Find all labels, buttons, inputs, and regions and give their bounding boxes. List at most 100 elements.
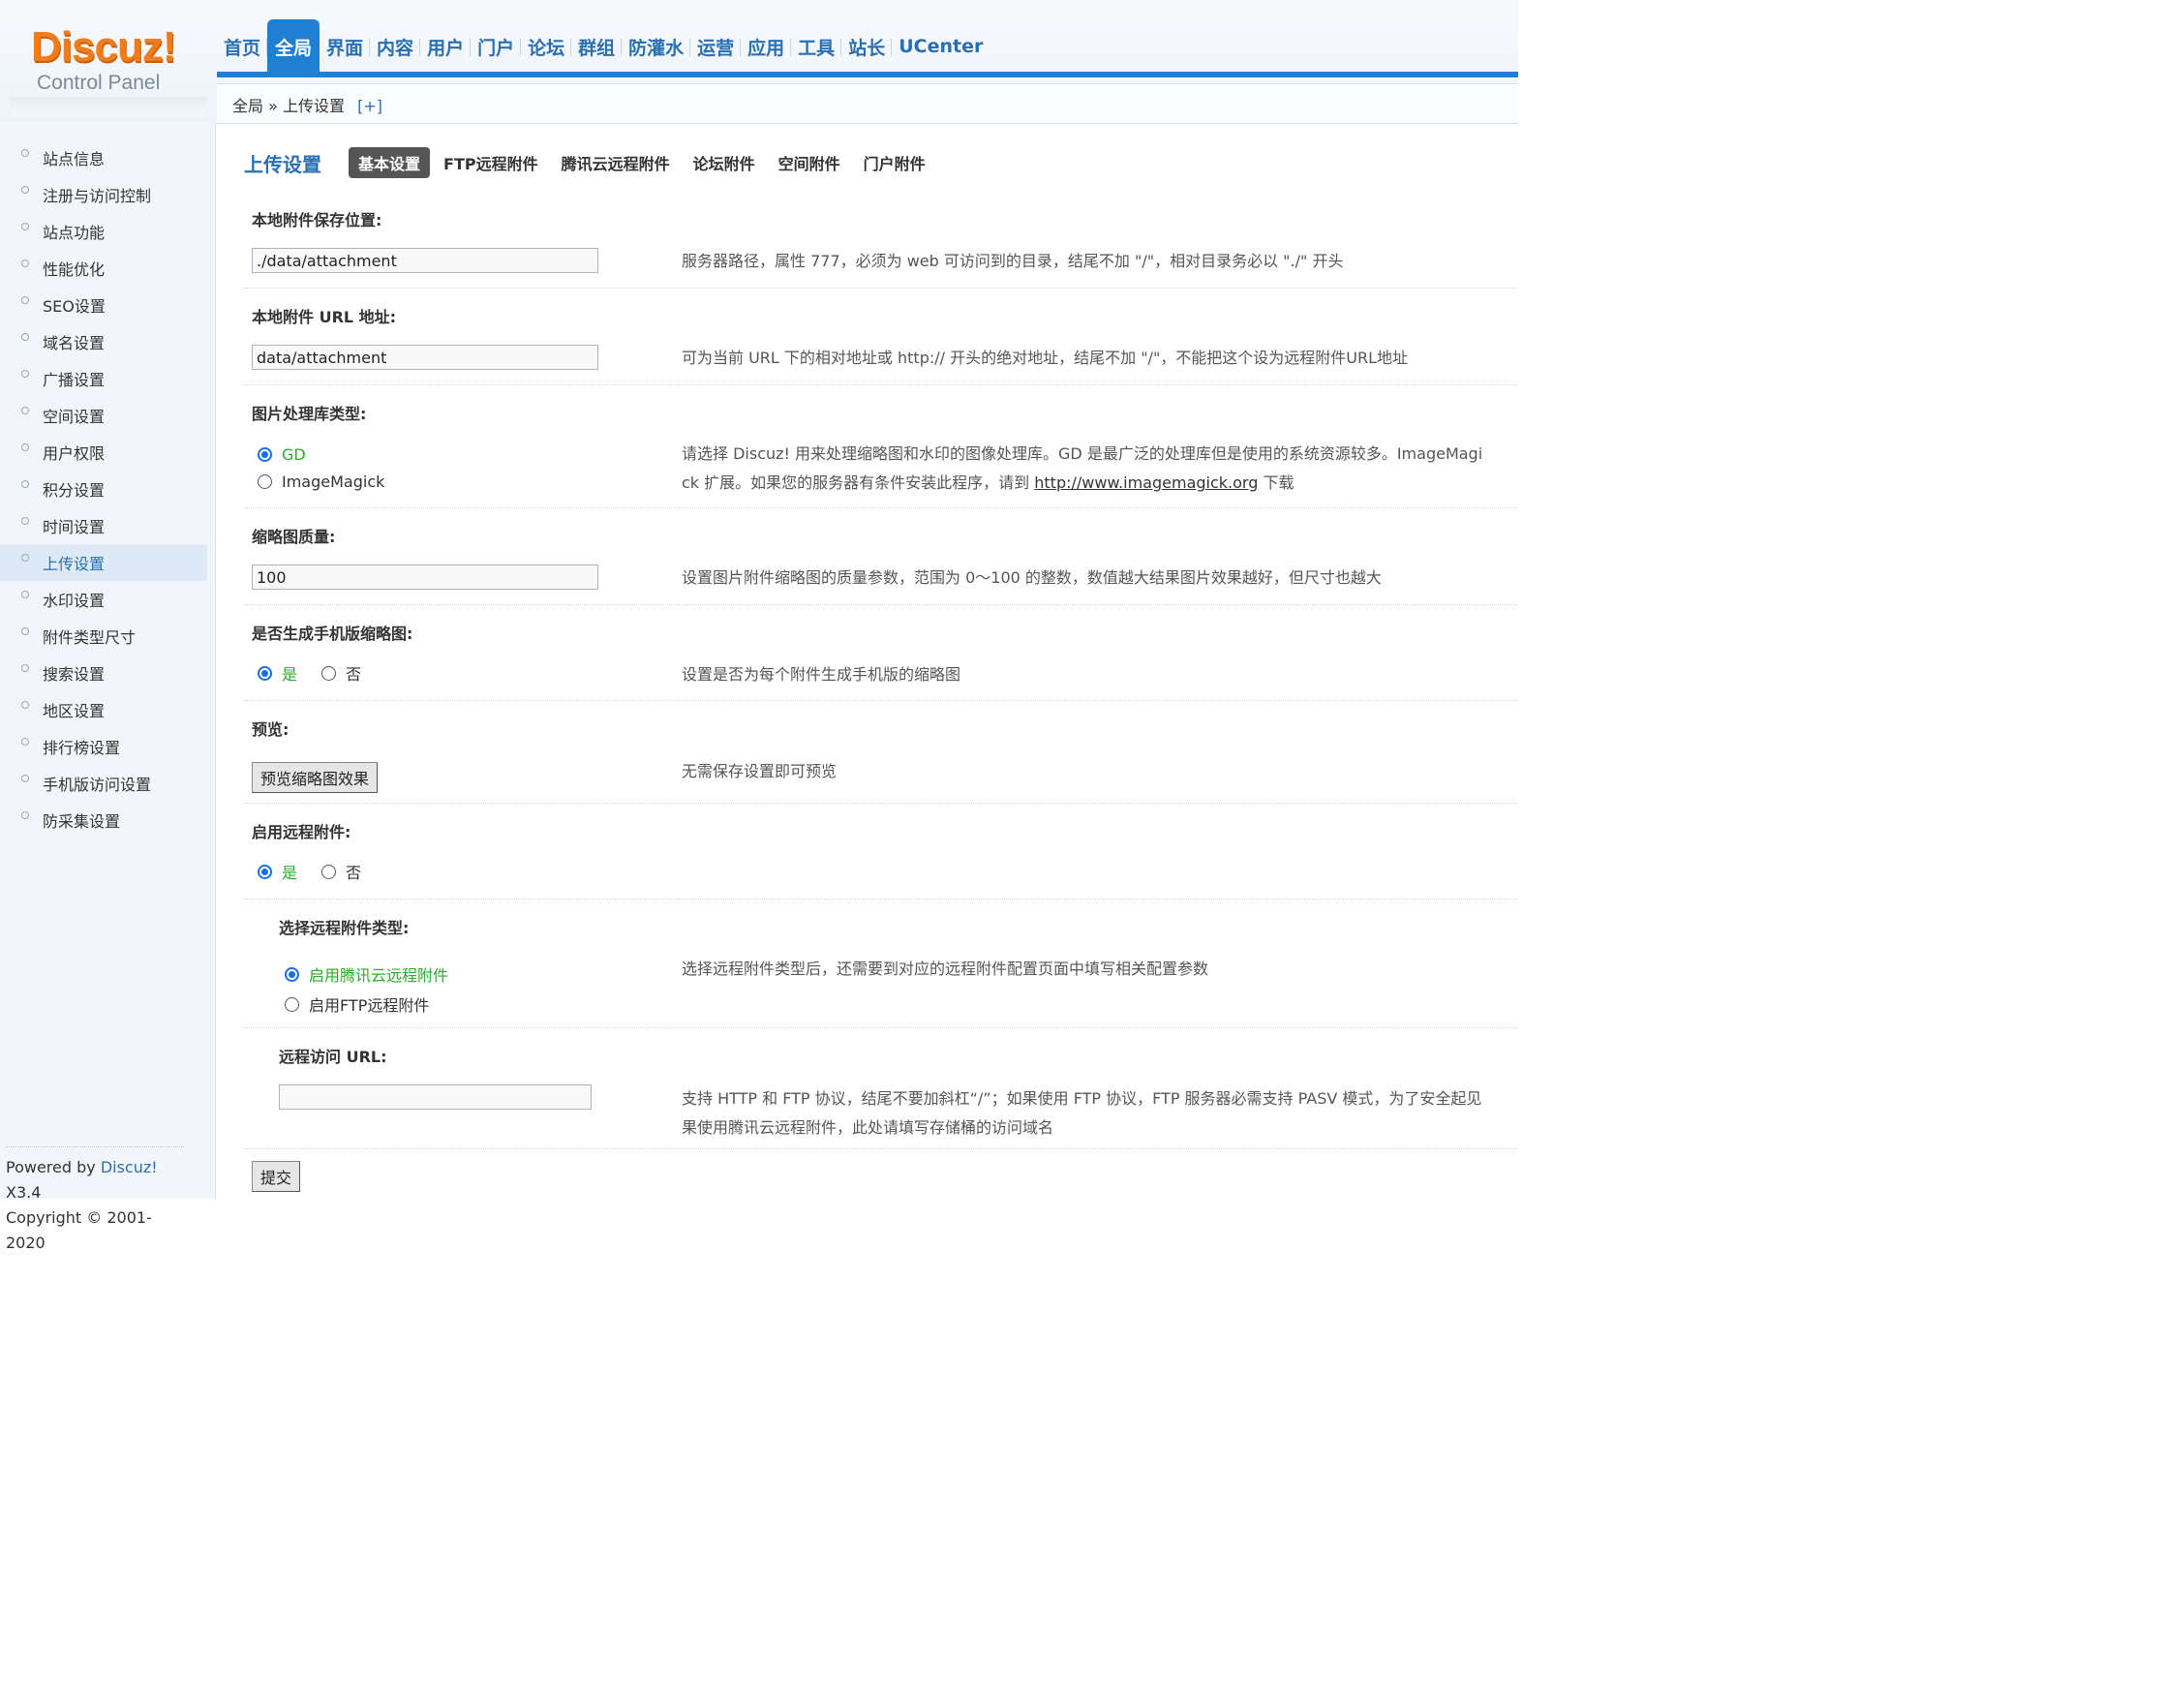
sidebar: 站点信息 注册与访问控制 站点功能 性能优化 SEO设置 域名设置 广播设置 空间设置 用户权限…	[0, 122, 216, 1252]
nav-item-5[interactable]: 门户	[471, 19, 522, 74]
bullet-icon	[21, 443, 29, 451]
nav-item-0[interactable]: 首页	[217, 19, 268, 74]
bullet-icon	[21, 149, 29, 157]
preview-thumb-button[interactable]: 预览缩略图效果	[252, 762, 379, 793]
page-title: 上传设置	[244, 152, 321, 176]
tab-5[interactable]: 门户附件	[864, 151, 926, 174]
footer-brand-link[interactable]: Discuz!	[101, 1158, 158, 1176]
nav-item-9[interactable]: 运营	[690, 19, 742, 74]
nav-item-2[interactable]: 界面	[320, 19, 371, 74]
imagemagick-link[interactable]: http://www.imagemagick.org	[1034, 473, 1258, 492]
sidebar-item-3[interactable]: 性能优化	[0, 250, 207, 287]
sidebar-item-label: 手机版访问设置	[43, 776, 152, 794]
remote-enable-no-radio[interactable]: 否	[321, 860, 361, 883]
sidebar-item-1[interactable]: 注册与访问控制	[0, 176, 207, 213]
sidebar-item-10[interactable]: 时间设置	[0, 507, 207, 544]
image-lib-gd-radio[interactable]: GD	[258, 445, 306, 464]
divider	[244, 700, 1518, 701]
radio-label: 是	[282, 665, 298, 684]
thumb-quality-tip: 设置图片附件缩略图的质量参数，范围为 0～100 的整数，数值越大结果图片效果越…	[682, 568, 1382, 587]
sidebar-item-4[interactable]: SEO设置	[0, 287, 207, 323]
remote-url-input[interactable]	[279, 1084, 592, 1110]
radio-label: 否	[346, 864, 362, 882]
preview-label: 预览:	[252, 720, 289, 739]
sidebar-item-label: 防采集设置	[43, 812, 121, 831]
remote-enable-yes-radio[interactable]: 是	[258, 860, 297, 883]
sidebar-item-label: 排行榜设置	[43, 739, 121, 757]
thumb-quality-input[interactable]	[252, 564, 598, 590]
radio-label: GD	[282, 445, 306, 464]
sidebar-item-6[interactable]: 广播设置	[0, 360, 207, 397]
bullet-icon	[21, 480, 29, 488]
bullet-icon	[21, 296, 29, 304]
nav-item-13[interactable]: UCenter	[892, 19, 990, 74]
mobile-thumb-yes-radio[interactable]: 是	[258, 661, 297, 685]
mobile-thumb-label: 是否生成手机版缩略图:	[252, 625, 413, 643]
local-url-tip: 可为当前 URL 下的相对地址或 http:// 开头的绝对地址，结尾不加 "/…	[682, 349, 1409, 367]
tab-2[interactable]: 腾讯云远程附件	[562, 151, 670, 174]
sidebar-item-18[interactable]: 防采集设置	[0, 802, 207, 839]
nav-underline	[217, 72, 1518, 77]
sidebar-item-0[interactable]: 站点信息	[0, 139, 207, 176]
bullet-icon	[21, 627, 29, 635]
sidebar-item-5[interactable]: 域名设置	[0, 323, 207, 360]
breadcrumb-section[interactable]: 全局	[232, 97, 263, 115]
nav-item-3[interactable]: 内容	[370, 19, 421, 74]
nav-item-1[interactable]: 全局	[267, 19, 320, 74]
sidebar-item-17[interactable]: 手机版访问设置	[0, 765, 207, 802]
divider	[244, 384, 1518, 385]
local-url-input[interactable]	[252, 345, 598, 370]
sidebar-item-label: 搜索设置	[43, 665, 106, 684]
nav-item-7[interactable]: 群组	[571, 19, 623, 74]
bullet-icon	[21, 517, 29, 525]
nav-item-4[interactable]: 用户	[420, 19, 472, 74]
nav-item-12[interactable]: 站长	[841, 19, 893, 74]
radio-empty-icon	[321, 665, 336, 681]
remote-type-ftp-radio[interactable]: 启用FTP远程附件	[285, 992, 429, 1016]
local-path-input[interactable]	[252, 248, 598, 273]
submit-button[interactable]: 提交	[252, 1161, 301, 1192]
sidebar-item-9[interactable]: 积分设置	[0, 471, 207, 507]
footer-copyright: Copyright © 2001-2020	[6, 1208, 152, 1252]
sidebar-item-12[interactable]: 水印设置	[0, 581, 207, 618]
sidebar-item-11[interactable]: 上传设置	[0, 544, 207, 581]
sidebar-item-16[interactable]: 排行榜设置	[0, 728, 207, 765]
tab-0[interactable]: 基本设置	[349, 147, 431, 178]
remote-type-tencent-radio[interactable]: 启用腾讯云远程附件	[285, 962, 448, 986]
mobile-thumb-no-radio[interactable]: 否	[321, 661, 361, 685]
remote-url-tip-line1: 支持 HTTP 和 FTP 协议，结尾不要加斜杠“/”；如果使用 FTP 协议，…	[682, 1089, 1482, 1108]
logo-subtitle: Control Panel	[37, 72, 161, 94]
nav-item-11[interactable]: 工具	[791, 19, 842, 74]
breadcrumb-separator: »	[268, 97, 278, 115]
radio-selected-icon	[258, 864, 272, 879]
sidebar-item-15[interactable]: 地区设置	[0, 691, 207, 728]
bullet-icon	[21, 554, 29, 562]
tab-4[interactable]: 空间附件	[778, 151, 840, 174]
sidebar-item-8[interactable]: 用户权限	[0, 434, 207, 471]
image-lib-imagemagick-radio[interactable]: ImageMagick	[258, 473, 384, 491]
nav-item-8[interactable]: 防灌水	[622, 19, 691, 74]
image-lib-tip-line2: ck 扩展。如果您的服务器有条件安装此程序，请到 http://www.imag…	[682, 469, 1482, 498]
sidebar-item-14[interactable]: 搜索设置	[0, 655, 207, 691]
breadcrumb-bar: 全局 » 上传设置 [+]	[217, 83, 1518, 124]
nav-item-10[interactable]: 应用	[741, 19, 792, 74]
sidebar-footer: Powered by Discuz! X3.4 Copyright © 2001…	[6, 1146, 184, 1256]
sidebar-item-label: 上传设置	[43, 555, 106, 573]
sidebar-item-2[interactable]: 站点功能	[0, 213, 207, 250]
footer-powered-label: Powered by	[6, 1158, 101, 1176]
sidebar-item-7[interactable]: 空间设置	[0, 397, 207, 434]
sidebar-item-13[interactable]: 附件类型尺寸	[0, 618, 207, 655]
remote-enable-label: 启用远程附件:	[252, 823, 351, 841]
tab-3[interactable]: 论坛附件	[693, 151, 755, 174]
logo[interactable]: Discuz! Control Panel	[0, 0, 215, 122]
tab-1[interactable]: FTP远程附件	[443, 151, 538, 174]
breadcrumb-page: 上传设置	[283, 97, 346, 115]
nav-item-6[interactable]: 论坛	[521, 19, 572, 74]
bullet-icon	[21, 259, 29, 267]
breadcrumb-toggle-button[interactable]: [+]	[357, 97, 382, 115]
tip-text: 下载	[1258, 473, 1295, 492]
radio-label: 否	[346, 665, 362, 684]
radio-label: 是	[282, 864, 298, 882]
remote-url-tip-line2: 果使用腾讯云远程附件，此处请填写存储桶的访问域名	[682, 1118, 1054, 1137]
local-url-label: 本地附件 URL 地址:	[252, 308, 397, 326]
